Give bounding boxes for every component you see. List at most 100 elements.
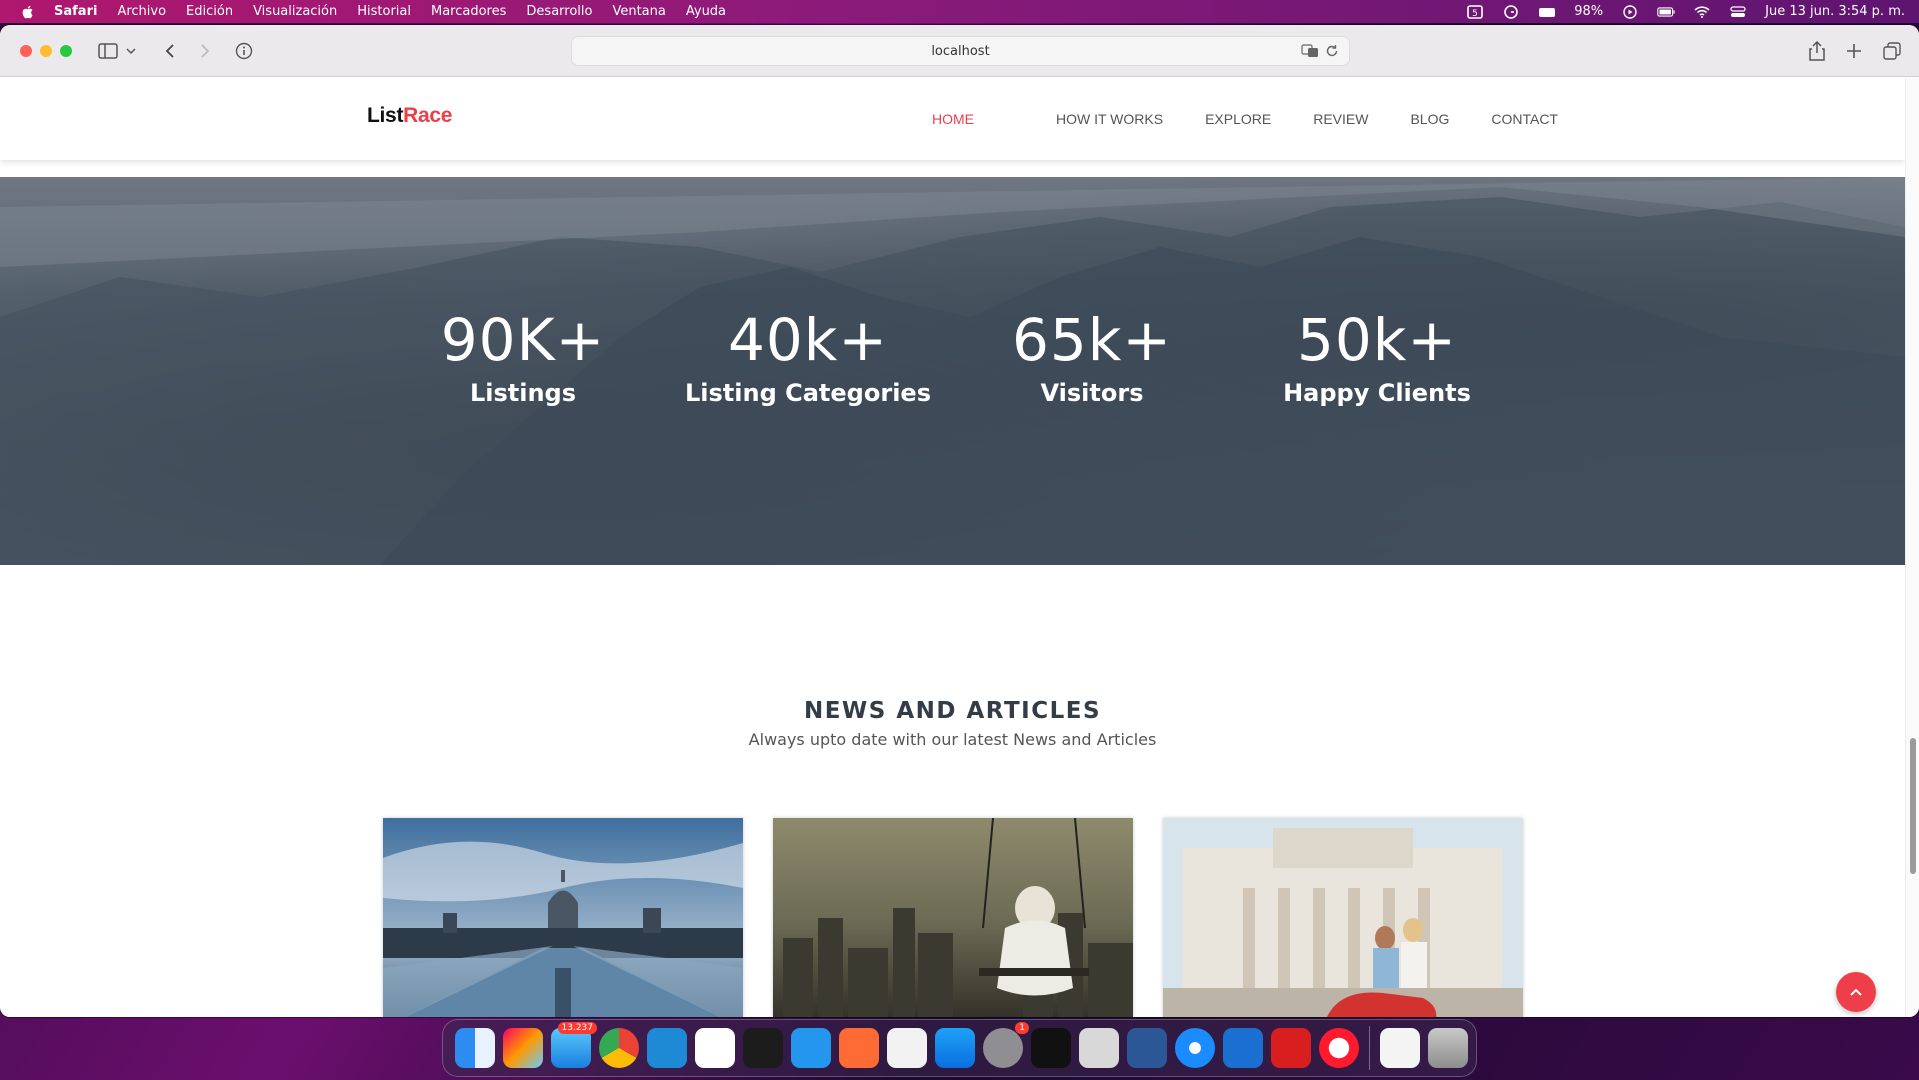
news-card-image-city-swing[interactable] [773, 818, 1133, 1017]
stat-value: 65k+ [1012, 306, 1172, 374]
menu-ventana[interactable]: Ventana [612, 4, 665, 19]
tabs-icon [1883, 42, 1901, 60]
settings-badge: 1 [1015, 1022, 1029, 1034]
forward-button[interactable] [193, 39, 217, 63]
news-card-image-palace[interactable] [1163, 818, 1523, 1017]
safari-icon[interactable] [1175, 1028, 1215, 1068]
nav-contact[interactable]: CONTACT [1491, 111, 1558, 127]
remote-desktop-icon[interactable] [1223, 1028, 1263, 1068]
opera-icon[interactable] [1319, 1028, 1359, 1068]
documents-folder-icon[interactable] [1380, 1028, 1420, 1068]
sidebar-toggle-button[interactable] [96, 39, 120, 63]
news-section-subtitle: Always upto date with our latest News an… [748, 730, 1157, 749]
stat-value: 90K+ [440, 306, 606, 374]
menu-ayuda[interactable]: Ayuda [686, 4, 726, 19]
launchpad-icon[interactable] [503, 1028, 543, 1068]
stat-listings: 90K+ Listings [393, 307, 653, 407]
plus-icon [1847, 44, 1861, 58]
textedit-icon[interactable] [887, 1028, 927, 1068]
menu-archivo[interactable]: Archivo [117, 4, 166, 19]
nav-review[interactable]: REVIEW [1313, 111, 1368, 127]
menu-marcadores[interactable]: Marcadores [431, 4, 506, 19]
nav-blog[interactable]: BLOG [1410, 111, 1449, 127]
trash-icon[interactable] [1428, 1028, 1468, 1068]
new-tab-button[interactable] [1842, 39, 1866, 63]
chevron-left-icon [165, 44, 174, 58]
page-scrollbar[interactable] [1905, 78, 1919, 1017]
app-store-icon[interactable] [935, 1028, 975, 1068]
london-bridge-image [383, 818, 743, 1017]
stat-label: Listings [469, 379, 577, 407]
postman-icon[interactable] [839, 1028, 879, 1068]
minimize-window-button[interactable] [40, 45, 52, 57]
stat-listing-categories: 40k+ Listing Categories [678, 307, 938, 407]
safari-toolbar: localhost [0, 25, 1919, 77]
menu-desarrollo[interactable]: Desarrollo [526, 4, 592, 19]
chevron-up-icon [1850, 988, 1862, 996]
nav-explore[interactable]: EXPLORE [1205, 111, 1271, 127]
chevron-right-icon [201, 44, 210, 58]
terminal-icon[interactable] [743, 1028, 783, 1068]
tab-overview-button[interactable] [1880, 39, 1904, 63]
site-logo[interactable]: ListRace [367, 104, 452, 128]
statistics-section: 90K+ Listings 40k+ Listing Categories 65… [0, 177, 1905, 565]
news-card-image-london[interactable] [383, 818, 743, 1017]
mail-icon[interactable]: 13.237 [551, 1022, 597, 1068]
slack-icon[interactable] [695, 1028, 735, 1068]
activity-monitor-icon[interactable] [1031, 1028, 1071, 1068]
sidebar-menu-button[interactable] [124, 39, 138, 63]
main-nav: HOME HOW IT WORKS EXPLORE REVIEW BLOG CO… [932, 111, 1558, 127]
apple-icon[interactable] [20, 4, 36, 20]
logo-text-race: Race [403, 104, 453, 127]
translate-icon[interactable] [1301, 44, 1319, 58]
dock: 13.237 1 [442, 1019, 1477, 1077]
dock-separator [1369, 1026, 1370, 1070]
menu-visualizacion[interactable]: Visualización [253, 4, 337, 19]
word-icon[interactable] [1127, 1028, 1167, 1068]
reload-icon[interactable] [1325, 44, 1339, 58]
wifi-icon[interactable] [1693, 5, 1711, 19]
safari-window: localhost ListRace HOME HOW IT WORKS EXP… [0, 25, 1919, 1017]
news-section-header: NEWS AND ARTICLES Always upto date with … [0, 698, 1905, 749]
city-swing-image [773, 818, 1133, 1017]
stat-value: 50k+ [1297, 306, 1457, 374]
page-info-button[interactable] [232, 39, 256, 63]
battery-icon[interactable] [1657, 5, 1675, 19]
menu-bar-clock[interactable]: Jue 13 jun. 3:54 p. m. [1765, 4, 1905, 19]
vscode-icon[interactable] [647, 1028, 687, 1068]
site-header: ListRace HOME HOW IT WORKS EXPLORE REVIE… [0, 78, 1905, 160]
docker-icon[interactable] [791, 1028, 831, 1068]
finder-icon[interactable] [455, 1028, 495, 1068]
share-button[interactable] [1805, 39, 1829, 63]
stat-label: Happy Clients [1283, 379, 1471, 407]
close-window-button[interactable] [20, 45, 32, 57]
calculator-icon[interactable] [1079, 1028, 1119, 1068]
system-preferences-icon[interactable]: 1 [983, 1022, 1029, 1068]
back-button[interactable] [158, 39, 182, 63]
mountain-background-image [0, 177, 1905, 565]
nav-home[interactable]: HOME [932, 111, 974, 127]
zoom-window-button[interactable] [60, 45, 72, 57]
control-center-icon[interactable] [1729, 5, 1747, 19]
sidebar-icon [98, 43, 118, 59]
news-section-title: NEWS AND ARTICLES [803, 698, 1102, 724]
nav-how-it-works[interactable]: HOW IT WORKS [1056, 111, 1163, 127]
menu-app-safari[interactable]: Safari [54, 4, 97, 19]
keyboard-icon[interactable] [1538, 5, 1556, 19]
menu-bar: Safari Archivo Edición Visualización His… [0, 0, 1919, 23]
address-bar-actions [1301, 44, 1339, 58]
acrobat-icon[interactable] [1271, 1028, 1311, 1068]
address-bar[interactable]: localhost [571, 36, 1350, 66]
grammarly-icon[interactable] [1502, 4, 1520, 19]
stat-visitors: 65k+ Visitors [962, 307, 1222, 407]
fantastical-icon[interactable]: 5 [1466, 4, 1484, 19]
chrome-icon[interactable] [599, 1028, 639, 1068]
logo-text-list: List [367, 104, 404, 127]
svg-text:5: 5 [1472, 9, 1478, 19]
battery-percentage: 98% [1574, 4, 1604, 19]
scrollbar-thumb[interactable] [1910, 738, 1916, 874]
menu-historial[interactable]: Historial [357, 4, 411, 19]
menu-edicion[interactable]: Edición [186, 4, 233, 19]
scroll-to-top-button[interactable] [1836, 972, 1876, 1012]
play-icon[interactable] [1621, 4, 1639, 19]
